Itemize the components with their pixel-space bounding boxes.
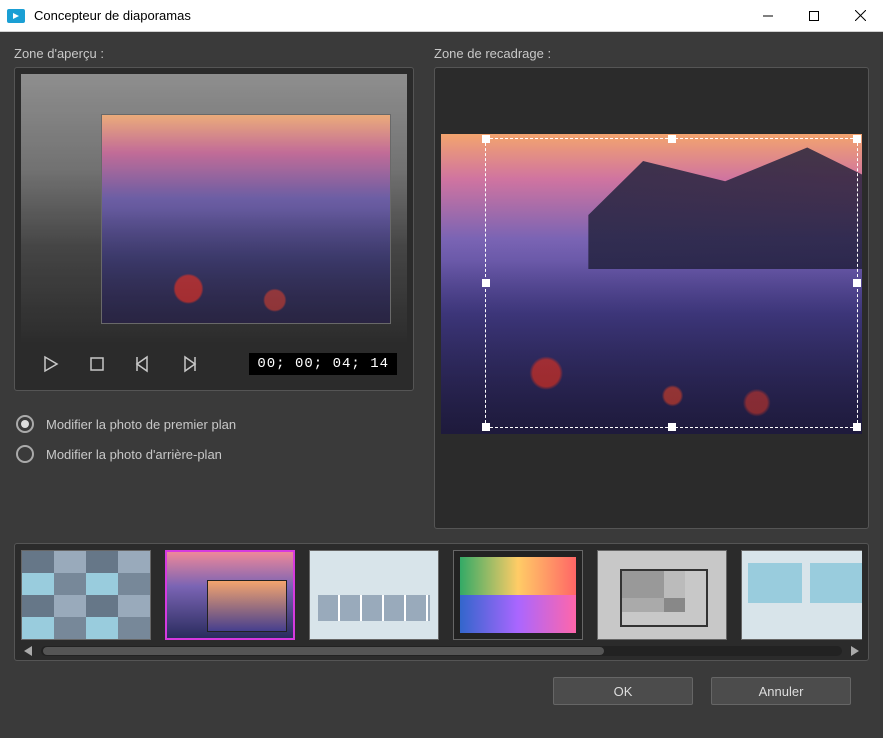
preview-panel: 00; 00; 04; 14	[14, 67, 414, 391]
crop-panel	[434, 67, 869, 529]
preview-image	[21, 74, 407, 342]
edit-foreground-label: Modifier la photo de premier plan	[46, 417, 236, 432]
crop-column: Zone de recadrage :	[434, 46, 869, 529]
app-icon	[6, 6, 26, 26]
timecode-display[interactable]: 00; 00; 04; 14	[249, 353, 397, 375]
thumbnail-strip	[14, 543, 869, 661]
cancel-button[interactable]: Annuler	[711, 677, 851, 705]
preview-foreground-frame	[101, 114, 391, 324]
footer-buttons: OK Annuler	[14, 661, 869, 721]
edit-background-label: Modifier la photo d'arrière-plan	[46, 447, 222, 462]
minimize-button[interactable]	[745, 0, 791, 32]
upper-panels: Zone d'aperçu :	[14, 46, 869, 529]
crop-label: Zone de recadrage :	[434, 46, 869, 61]
thumbnail-row	[21, 550, 862, 640]
preview-label: Zone d'aperçu :	[14, 46, 414, 61]
layer-select-group: Modifier la photo de premier plan Modifi…	[14, 409, 414, 469]
titlebar: Concepteur de diaporamas	[0, 0, 883, 32]
scroll-track[interactable]	[41, 646, 842, 656]
thumbnail-2[interactable]	[309, 550, 439, 640]
thumbnail-scrollbar	[21, 644, 862, 658]
scroll-right-icon[interactable]	[848, 644, 862, 658]
thumbnail-0[interactable]	[21, 550, 151, 640]
edit-foreground-option[interactable]: Modifier la photo de premier plan	[14, 409, 414, 439]
edit-background-option[interactable]: Modifier la photo d'arrière-plan	[14, 439, 414, 469]
transport-controls: 00; 00; 04; 14	[21, 342, 407, 384]
play-button[interactable]	[39, 352, 63, 376]
maximize-button[interactable]	[791, 0, 837, 32]
scroll-thumb[interactable]	[43, 647, 604, 655]
window-controls	[745, 0, 883, 32]
prev-frame-button[interactable]	[131, 352, 155, 376]
thumbnail-3[interactable]	[453, 550, 583, 640]
next-frame-button[interactable]	[177, 352, 201, 376]
thumbnail-4[interactable]	[597, 550, 727, 640]
scroll-left-icon[interactable]	[21, 644, 35, 658]
thumbnail-5[interactable]	[741, 550, 862, 640]
content-area: Zone d'aperçu :	[0, 32, 883, 738]
close-button[interactable]	[837, 0, 883, 32]
thumbnail-1[interactable]	[165, 550, 295, 640]
crop-image[interactable]	[441, 134, 862, 434]
radio-icon	[16, 445, 34, 463]
window-title: Concepteur de diaporamas	[34, 8, 745, 23]
slideshow-designer-window: Concepteur de diaporamas Zone d'aperçu :	[0, 0, 883, 738]
radio-icon	[16, 415, 34, 433]
stop-button[interactable]	[85, 352, 109, 376]
preview-column: Zone d'aperçu :	[14, 46, 414, 529]
ok-button[interactable]: OK	[553, 677, 693, 705]
